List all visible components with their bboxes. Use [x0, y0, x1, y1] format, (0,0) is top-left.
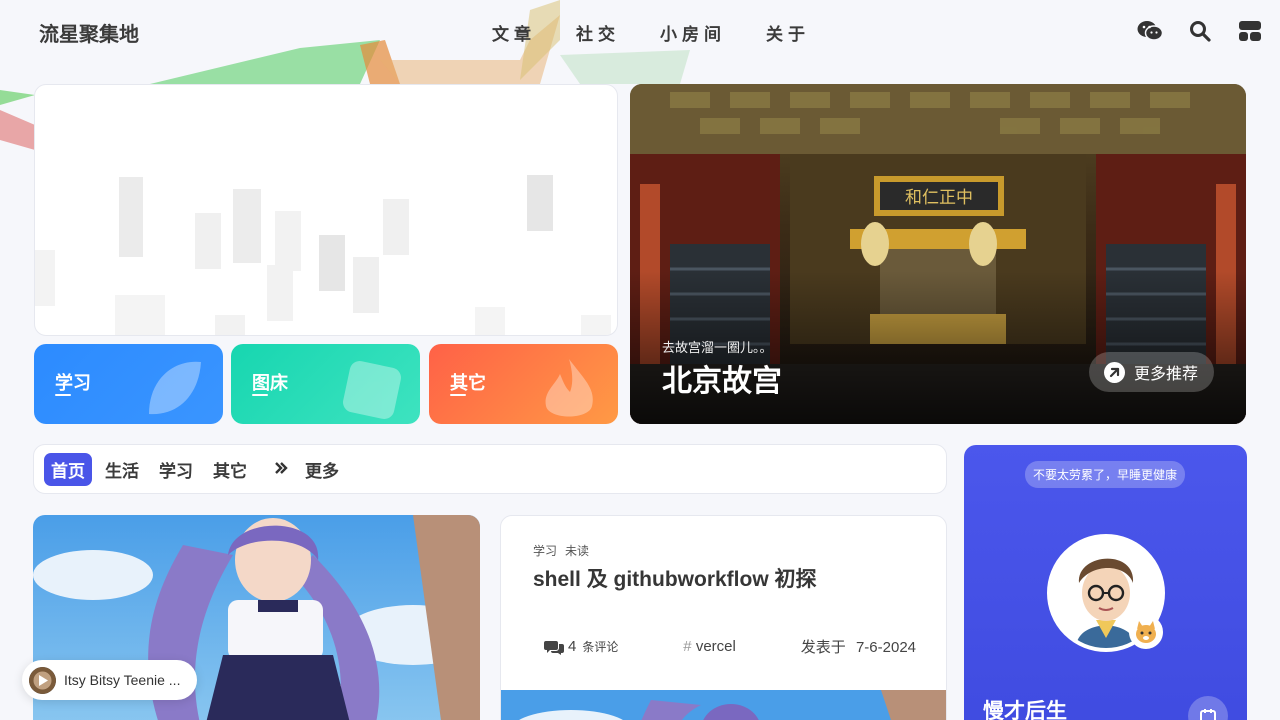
track-title: Itsy Bitsy Teenie ... — [64, 672, 181, 688]
comments-count[interactable]: 4 条评论 — [544, 638, 618, 655]
hash-icon: # — [683, 638, 692, 655]
layout-icon[interactable] — [1236, 18, 1264, 44]
music-player[interactable]: Itsy Bitsy Teenie ... — [22, 660, 197, 700]
category-tab-bar: 首页 生活 学习 其它 更多 — [33, 444, 947, 494]
comments-icon — [544, 640, 564, 655]
post-topic-label: vercel — [695, 638, 736, 655]
category-underline — [450, 394, 466, 396]
post-date: 发表于 7-6-2024 — [801, 636, 916, 657]
comments-count-value: 4 — [568, 638, 577, 655]
album-art — [29, 666, 56, 694]
more-recommend-label: 更多推荐 — [1134, 366, 1199, 383]
site-title[interactable]: 流星聚集地 — [39, 18, 139, 47]
comments-count-label: 条评论 — [582, 640, 619, 654]
fire-icon — [545, 359, 593, 417]
post-tag[interactable]: 学习 — [533, 542, 557, 559]
category-study[interactable]: 学习 — [34, 344, 223, 424]
post-date-value: 7-6-2024 — [855, 639, 916, 656]
featured-post-subtitle: 去故宫溜一圈儿。。 — [662, 340, 773, 355]
featured-post-card[interactable]: 和仁正中 去故宫溜一圈儿。。 北京故宫 更多推荐 — [630, 84, 1246, 424]
main-nav: 文章 社交 小房间 关于 — [492, 20, 810, 45]
wechat-icon[interactable] — [1136, 18, 1164, 44]
tab-home[interactable]: 首页 — [44, 452, 92, 486]
post-tags: 学习 未读 — [533, 542, 589, 559]
category-label: 图床 — [252, 373, 288, 393]
category-underline — [252, 394, 268, 396]
category-label: 其它 — [450, 373, 486, 393]
tab-more[interactable]: 更多 — [298, 453, 346, 486]
post-thumbnail-image — [501, 690, 946, 720]
post-topic[interactable]: # vercel — [683, 638, 736, 655]
image-icon — [343, 361, 401, 419]
nav-item-room[interactable]: 小房间 — [660, 20, 726, 45]
category-underline — [55, 394, 71, 396]
post-meta: 4 条评论 # vercel 发表于 7-6-2024 — [544, 636, 916, 657]
featured-post-title[interactable]: 北京故宫 — [662, 356, 782, 400]
calendar-icon[interactable] — [1188, 696, 1228, 720]
post-date-label: 发表于 — [800, 639, 846, 656]
leaf-icon — [149, 361, 201, 415]
post-card: 学习 未读 shell 及 githubworkflow 初探 4 条评论 # … — [500, 515, 947, 720]
nav-item-articles[interactable]: 文章 — [492, 20, 536, 45]
category-label: 学习 — [55, 373, 91, 393]
header-icons — [1136, 18, 1264, 44]
nav-item-social[interactable]: 社交 — [576, 20, 620, 45]
profile-card: 不要太劳累了，早睡更健康 慢才后生 — [964, 445, 1247, 720]
search-icon[interactable] — [1186, 18, 1214, 44]
tab-life[interactable]: 生活 — [98, 453, 146, 486]
nav-item-about[interactable]: 关于 — [766, 20, 810, 45]
tab-other[interactable]: 其它 — [206, 453, 254, 486]
post-tag: 未读 — [565, 544, 590, 558]
site-header: 流星聚集地 文章 社交 小房间 关于 — [0, 0, 1280, 62]
cat-badge-icon — [1129, 615, 1163, 649]
profile-name[interactable]: 慢才后生 — [983, 695, 1067, 720]
post-title[interactable]: shell 及 githubworkflow 初探 — [533, 563, 817, 593]
profile-greeting: 不要太劳累了，早睡更健康 — [1025, 461, 1186, 488]
more-recommend-button[interactable]: 更多推荐 — [1089, 352, 1214, 392]
double-chevron-right-icon[interactable] — [274, 459, 288, 479]
category-other[interactable]: 其它 — [429, 344, 618, 424]
hero-decoration — [35, 175, 611, 335]
arrow-up-right-icon — [1104, 361, 1125, 383]
tab-study[interactable]: 学习 — [152, 453, 200, 486]
hero-banner[interactable] — [34, 84, 618, 336]
category-image-host[interactable]: 图床 — [231, 344, 420, 424]
